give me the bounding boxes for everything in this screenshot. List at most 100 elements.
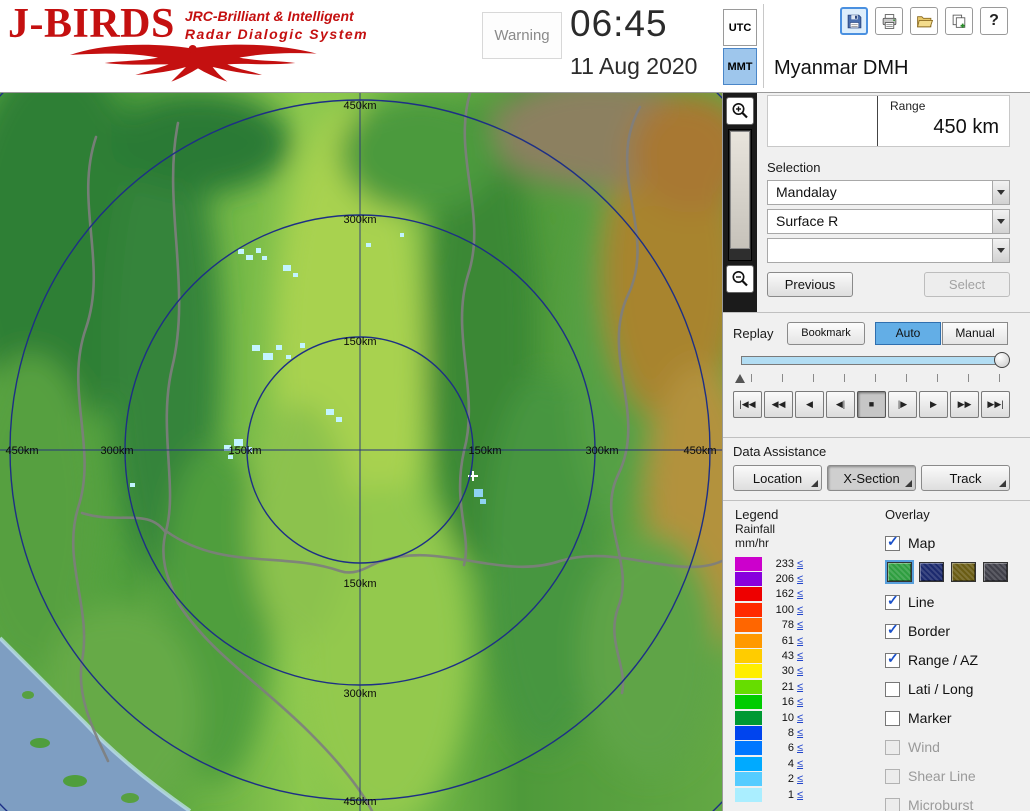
legend-color-swatch bbox=[735, 787, 762, 802]
check-icon: ✓ bbox=[887, 532, 899, 549]
timeline-track[interactable] bbox=[741, 356, 1004, 365]
timeline-thumb[interactable] bbox=[994, 352, 1010, 368]
legend-row: 30 ≤ bbox=[735, 664, 881, 679]
legend-le-link[interactable]: ≤ bbox=[797, 727, 803, 739]
save-icon bbox=[847, 14, 861, 28]
play-button[interactable]: ▶ bbox=[919, 391, 948, 418]
checkbox-range-az[interactable]: ✓ bbox=[885, 650, 900, 668]
checkbox-shear-line[interactable] bbox=[885, 768, 900, 784]
range-display-left bbox=[768, 96, 878, 146]
auto-mode-button[interactable]: Auto bbox=[875, 321, 941, 345]
map-color-swatch-charcoal[interactable] bbox=[983, 562, 1008, 582]
warning-status[interactable]: Warning bbox=[482, 12, 562, 59]
overlay-item-shear-line[interactable]: Shear Line bbox=[885, 764, 1030, 788]
checkbox-lati-long[interactable] bbox=[885, 681, 900, 697]
previous-button[interactable]: Previous bbox=[767, 272, 853, 297]
fast-forward-button[interactable]: ▶▶ bbox=[950, 391, 979, 418]
legend-color-swatch bbox=[735, 572, 762, 587]
legend-le-link[interactable]: ≤ bbox=[797, 619, 803, 631]
legend-le-link[interactable]: ≤ bbox=[797, 758, 803, 770]
print-button[interactable] bbox=[875, 7, 903, 35]
zoom-slider-thumb[interactable] bbox=[730, 131, 750, 249]
overlay-item-line[interactable]: ✓ Line bbox=[885, 590, 1030, 614]
zoom-slider[interactable] bbox=[728, 129, 752, 261]
location-button[interactable]: Location bbox=[733, 465, 822, 491]
legend-row: 4 ≤ bbox=[735, 756, 881, 771]
legend-le-link[interactable]: ≤ bbox=[797, 742, 803, 754]
map-color-swatch-green[interactable] bbox=[885, 560, 914, 584]
selection-dropdown-2[interactable]: Surface R bbox=[767, 209, 1010, 234]
play-reverse-button[interactable]: ◀ bbox=[795, 391, 824, 418]
range-ring-label: 450km bbox=[683, 445, 716, 457]
legend-row: 10 ≤ bbox=[735, 710, 881, 725]
legend-le-link[interactable]: ≤ bbox=[797, 588, 803, 600]
overlay-item-microburst[interactable]: Microburst bbox=[885, 793, 1030, 811]
legend-row: 2 ≤ bbox=[735, 771, 881, 787]
overlay-item-label: Line bbox=[908, 594, 935, 610]
open-folder-button[interactable] bbox=[910, 7, 938, 35]
overlay-item-marker[interactable]: Marker bbox=[885, 706, 1030, 730]
export-button[interactable] bbox=[945, 7, 973, 35]
legend-le-link[interactable]: ≤ bbox=[797, 773, 803, 785]
dropdown-arrow-button[interactable] bbox=[992, 210, 1009, 233]
legend-le-link[interactable]: ≤ bbox=[797, 558, 803, 570]
last-frame-button[interactable]: ▶▶| bbox=[981, 391, 1010, 418]
radar-map-viewport[interactable]: 450km 300km 150km 150km 300km 450km 450km 300km… bbox=[0, 93, 722, 811]
overlay-item-range-az[interactable]: ✓ Range / AZ bbox=[885, 648, 1030, 672]
map-color-swatch-olive[interactable] bbox=[951, 562, 976, 582]
select-button[interactable]: Select bbox=[924, 272, 1010, 297]
legend-value: 61 bbox=[781, 634, 794, 647]
legend-le-link[interactable]: ≤ bbox=[797, 604, 803, 616]
legend-le-link[interactable]: ≤ bbox=[797, 573, 803, 585]
selection-dropdown-1[interactable]: Mandalay bbox=[767, 180, 1010, 205]
first-frame-button[interactable]: |◀◀ bbox=[733, 391, 762, 418]
overlay-item-map[interactable]: ✓ Map bbox=[885, 531, 1030, 555]
legend-le-link[interactable]: ≤ bbox=[797, 681, 803, 693]
legend-value: 100 bbox=[775, 603, 794, 616]
station-name: Myanmar DMH bbox=[774, 57, 909, 79]
checkbox-marker[interactable] bbox=[885, 710, 900, 726]
step-back-button[interactable]: ◀| bbox=[826, 391, 855, 418]
zoom-out-icon bbox=[732, 271, 748, 287]
timezone-mmt-button[interactable]: MMT bbox=[723, 48, 757, 85]
map-color-swatch-navy[interactable] bbox=[919, 562, 944, 582]
save-button[interactable] bbox=[840, 7, 868, 35]
range-ring-label: 150km bbox=[343, 578, 376, 590]
replay-timeline-slider[interactable] bbox=[733, 352, 1010, 370]
legend-le-link[interactable]: ≤ bbox=[797, 789, 803, 801]
zoom-out-button[interactable] bbox=[726, 265, 754, 293]
fast-rewind-button[interactable]: ◀◀ bbox=[764, 391, 793, 418]
legend-le-link[interactable]: ≤ bbox=[797, 712, 803, 724]
app-subtitle: JRC-Brilliant & Intelligent Radar Dialog… bbox=[185, 8, 368, 43]
checkbox-line[interactable]: ✓ bbox=[885, 592, 900, 610]
help-button[interactable]: ? bbox=[980, 7, 1008, 35]
radar-map[interactable]: 450km 300km 150km 150km 300km 450km 450km 300km… bbox=[0, 93, 722, 811]
stop-button[interactable]: ■ bbox=[857, 391, 886, 418]
dropdown-arrow-button[interactable] bbox=[992, 181, 1009, 204]
checkbox-border[interactable]: ✓ bbox=[885, 621, 900, 639]
timezone-utc-button[interactable]: UTC bbox=[723, 9, 757, 46]
dropdown-arrow-button[interactable] bbox=[992, 239, 1009, 262]
x-section-button[interactable]: X-Section bbox=[827, 465, 916, 491]
legend-le-link[interactable]: ≤ bbox=[797, 696, 803, 708]
legend-le-link[interactable]: ≤ bbox=[797, 665, 803, 677]
checkbox-wind[interactable] bbox=[885, 739, 900, 755]
checkbox-microburst[interactable] bbox=[885, 797, 900, 811]
selection-dropdown-3[interactable] bbox=[767, 238, 1010, 263]
zoom-in-button[interactable] bbox=[726, 97, 754, 125]
track-button[interactable]: Track bbox=[921, 465, 1010, 491]
legend-le-link[interactable]: ≤ bbox=[797, 650, 803, 662]
app-subtitle-line1: JRC-Brilliant & Intelligent bbox=[184, 8, 354, 24]
overlay-item-lati-long[interactable]: Lati / Long bbox=[885, 677, 1030, 701]
legend-le-link[interactable]: ≤ bbox=[797, 635, 803, 647]
overlay-item-wind[interactable]: Wind bbox=[885, 735, 1030, 759]
bookmark-button[interactable]: Bookmark bbox=[787, 321, 865, 345]
range-value: 450 km bbox=[933, 116, 999, 138]
timezone-toggle: UTC MMT bbox=[723, 9, 757, 85]
step-forward-button[interactable]: |▶ bbox=[888, 391, 917, 418]
legend-row: 6 ≤ bbox=[735, 741, 881, 756]
selection-label: Selection bbox=[767, 160, 821, 175]
overlay-item-border[interactable]: ✓ Border bbox=[885, 619, 1030, 643]
checkbox-map[interactable]: ✓ bbox=[885, 532, 900, 551]
manual-mode-button[interactable]: Manual bbox=[942, 321, 1008, 345]
